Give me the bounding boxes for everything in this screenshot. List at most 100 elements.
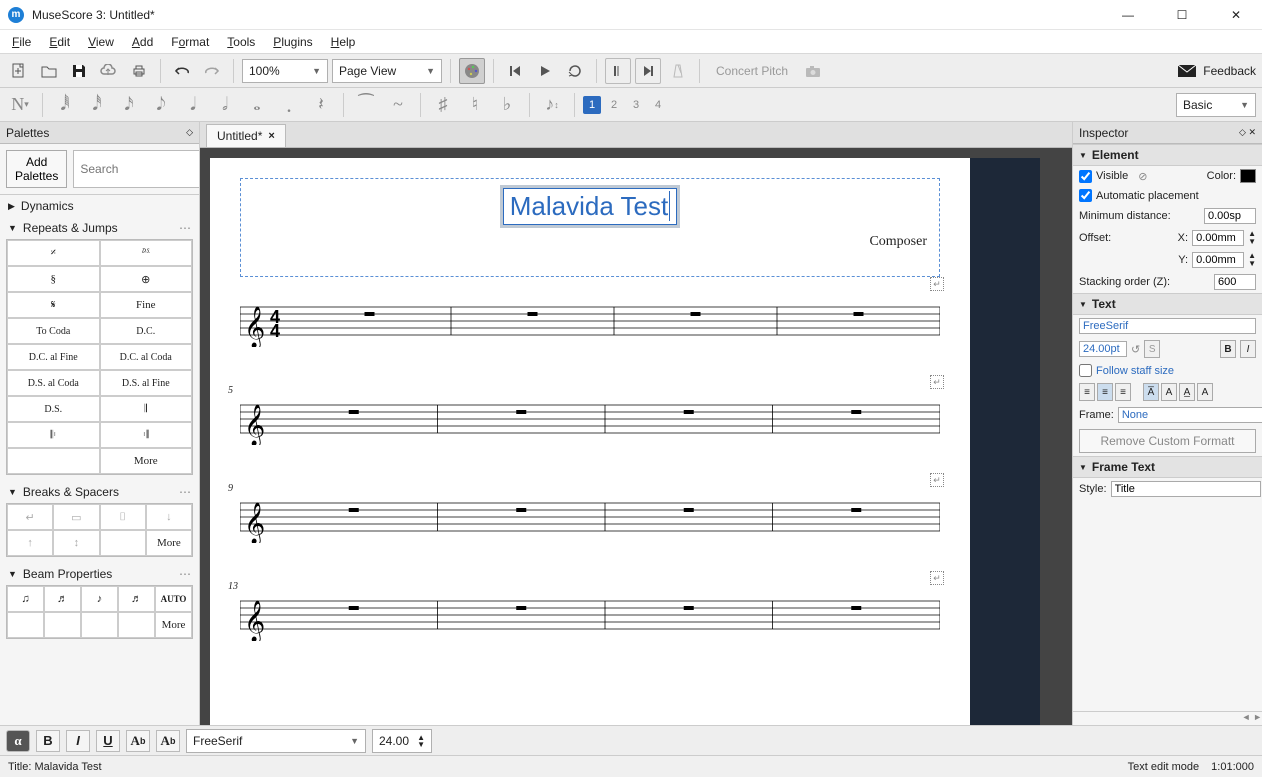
zoom-combo[interactable]: 100%▼ <box>242 59 328 83</box>
font-size-combo[interactable]: 24.00▲▼ <box>372 729 432 753</box>
camera-button[interactable] <box>800 58 826 84</box>
feedback-button[interactable]: Feedback <box>1177 64 1256 78</box>
alpha-toggle[interactable]: α <box>6 730 30 752</box>
concert-pitch-button[interactable]: Concert Pitch <box>716 64 788 78</box>
section-repeats[interactable]: ▼ Repeats & Jumps ⋯ <box>0 217 199 239</box>
repeat-cell[interactable]: D.C. al Coda <box>100 344 193 370</box>
dot-button[interactable]: . <box>275 92 303 118</box>
rewind-button[interactable] <box>502 58 528 84</box>
document-tab[interactable]: Untitled* × <box>206 124 286 147</box>
beam-cell[interactable]: ♪ <box>81 586 118 612</box>
menu-help[interactable]: Help <box>323 33 364 51</box>
italic-button[interactable]: I <box>66 730 90 752</box>
open-button[interactable] <box>36 58 62 84</box>
tab-close-icon[interactable]: × <box>268 130 274 142</box>
break-cell[interactable]: ↓ <box>146 504 192 530</box>
repeat-cell[interactable]: D.C. <box>100 318 193 344</box>
cloud-button[interactable] <box>96 58 122 84</box>
beam-cell[interactable] <box>118 612 155 638</box>
loop-button[interactable] <box>562 58 588 84</box>
break-cell[interactable] <box>100 530 146 556</box>
redo-button[interactable] <box>199 58 225 84</box>
section-breaks[interactable]: ▼ Breaks & Spacers ⋯ <box>0 481 199 503</box>
loop-out-button[interactable] <box>635 58 661 84</box>
inspector-frametext-section[interactable]: ▼Frame Text <box>1073 456 1262 478</box>
title-frame[interactable]: Malavida Test Composer <box>240 178 940 277</box>
repeat-cell[interactable]: To Coda <box>7 318 100 344</box>
duration-64th[interactable]: 𝅘𝅥𝅱 <box>51 92 79 118</box>
repeat-cell[interactable]: 𝄉 <box>100 240 193 266</box>
repeat-cell[interactable]: D.S. al Fine <box>100 370 193 396</box>
new-button[interactable] <box>6 58 32 84</box>
voice-4[interactable]: 4 <box>649 96 667 114</box>
repeat-cell[interactable]: 𝄆 <box>7 422 100 448</box>
sharp-button[interactable]: ♯ <box>429 92 457 118</box>
align-left-button[interactable]: ≡ <box>1079 383 1095 401</box>
valign-top-button[interactable]: A̅ <box>1143 383 1159 401</box>
break-cell[interactable]: ↕ <box>53 530 99 556</box>
repeat-more[interactable]: More <box>100 448 193 474</box>
menu-add[interactable]: Add <box>124 33 161 51</box>
beam-cell[interactable]: AUTO <box>155 586 192 612</box>
menu-edit[interactable]: Edit <box>41 33 78 51</box>
visible-checkbox[interactable] <box>1079 170 1092 183</box>
style-s-button[interactable]: S <box>1144 340 1160 358</box>
menu-plugins[interactable]: Plugins <box>265 33 320 51</box>
duration-whole[interactable]: 𝅝 <box>243 92 271 118</box>
slur-button[interactable]: ~ <box>384 92 412 118</box>
menu-format[interactable]: Format <box>163 33 217 51</box>
valign-mid-button[interactable]: A <box>1161 383 1177 401</box>
beam-cell[interactable] <box>44 612 81 638</box>
view-combo[interactable]: Page View▼ <box>332 59 442 83</box>
more-icon[interactable]: ⋯ <box>179 567 191 581</box>
minimize-button[interactable]: — <box>1110 8 1146 22</box>
voice-2[interactable]: 2 <box>605 96 623 114</box>
valign-bottom-button[interactable]: A <box>1197 383 1213 401</box>
inspector-text-section[interactable]: ▼Text <box>1073 293 1262 315</box>
beam-more[interactable]: More <box>155 612 192 638</box>
maximize-button[interactable]: ☐ <box>1164 8 1200 22</box>
repeat-cell[interactable]: § <box>7 266 100 292</box>
underline-button[interactable]: U <box>96 730 120 752</box>
repeat-cell[interactable]: 𝄂 <box>100 396 193 422</box>
break-more[interactable]: More <box>146 530 192 556</box>
duration-8th[interactable]: 𝅘𝅥𝅮 <box>147 92 175 118</box>
staff-system[interactable]: 9↵𝄞 <box>240 493 940 543</box>
repeat-cell[interactable] <box>7 448 100 474</box>
bold-button[interactable]: B <box>36 730 60 752</box>
system-break-icon[interactable]: ↵ <box>930 571 944 585</box>
undock-icon[interactable]: ◇ ✕ <box>1239 127 1256 138</box>
rest-button[interactable]: 𝄽 <box>307 92 335 118</box>
palette-mode-combo[interactable]: Basic▼ <box>1176 93 1256 117</box>
spinner-icon[interactable]: ▲▼ <box>1248 230 1256 246</box>
frame-input[interactable] <box>1118 407 1262 423</box>
save-button[interactable] <box>66 58 92 84</box>
duration-half[interactable]: 𝅗𝅥 <box>211 92 239 118</box>
play-button[interactable] <box>532 58 558 84</box>
font-size-input[interactable] <box>1079 341 1127 357</box>
align-right-button[interactable]: ≡ <box>1115 383 1131 401</box>
valign-baseline-button[interactable]: A̲ <box>1179 383 1195 401</box>
bold-button[interactable]: B <box>1220 340 1236 358</box>
beam-cell[interactable]: ♫ <box>7 586 44 612</box>
beam-cell[interactable] <box>81 612 118 638</box>
more-icon[interactable]: ⋯ <box>179 485 191 499</box>
repeat-cell[interactable]: D.C. al Fine <box>7 344 100 370</box>
duration-quarter[interactable]: 𝅘𝅥 <box>179 92 207 118</box>
repeat-cell[interactable]: 𝄇 <box>100 422 193 448</box>
remove-custom-format-button[interactable]: Remove Custom Formatt <box>1079 429 1256 453</box>
staff-system[interactable]: 13↵𝄞 <box>240 591 940 641</box>
undo-button[interactable] <box>169 58 195 84</box>
staff-system[interactable]: 5↵𝄞 <box>240 395 940 445</box>
menu-file[interactable]: File <box>4 33 39 51</box>
font-family-input[interactable] <box>1079 318 1256 334</box>
system-break-icon[interactable]: ↵ <box>930 473 944 487</box>
add-palettes-button[interactable]: Add Palettes <box>6 150 67 188</box>
break-cell[interactable]: ▭ <box>53 504 99 530</box>
score-title[interactable]: Malavida Test <box>503 188 678 225</box>
staff-system[interactable]: ↵𝄞44 <box>240 297 940 347</box>
spinner-icon[interactable]: ▲▼ <box>1248 252 1256 268</box>
repeat-cell[interactable]: 𝄋 <box>7 292 100 318</box>
break-cell[interactable]: ↑ <box>7 530 53 556</box>
score-composer[interactable]: Composer <box>249 234 927 250</box>
